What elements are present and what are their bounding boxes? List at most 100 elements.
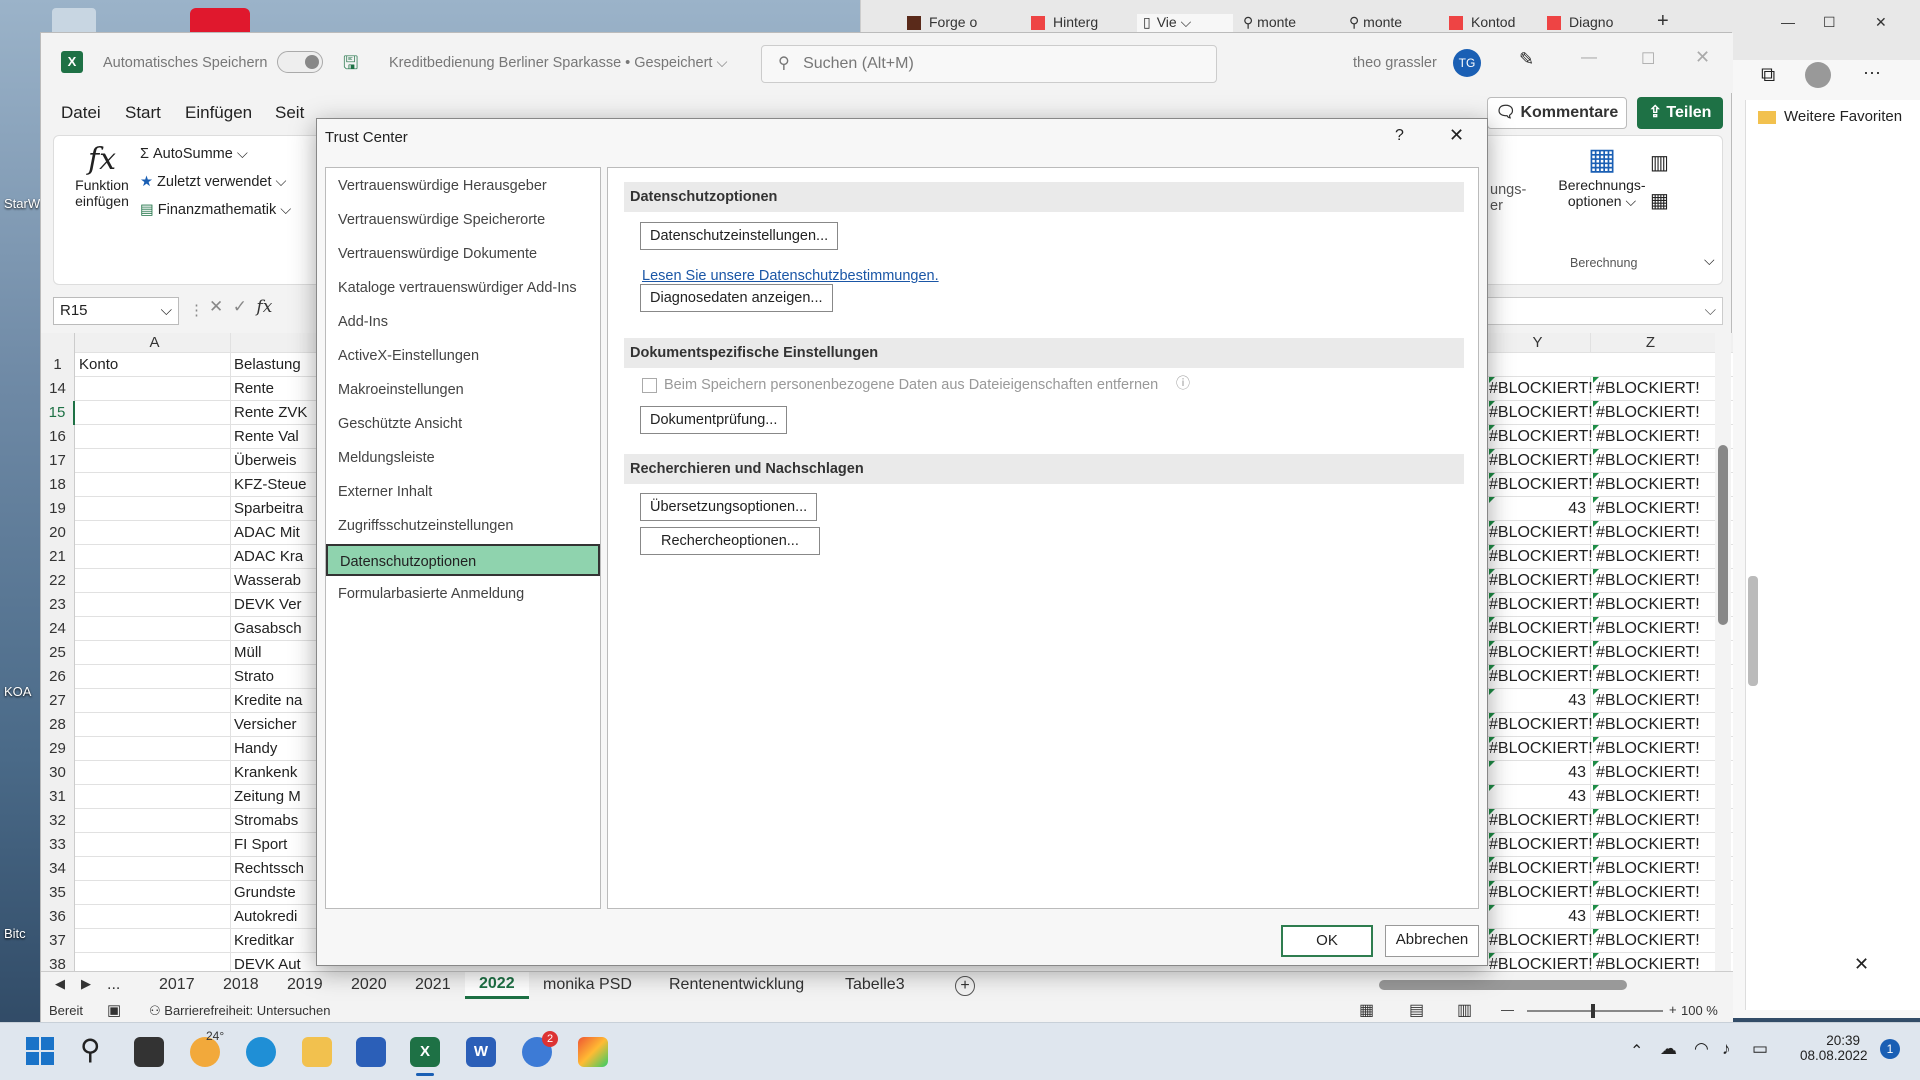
cell[interactable]: Rechtssch xyxy=(231,857,311,881)
favorites-folder[interactable]: Weitere Favoriten xyxy=(1758,108,1902,125)
battery-icon[interactable]: ▭ xyxy=(1752,1039,1768,1059)
cell[interactable]: Zeitung M xyxy=(231,785,311,809)
cell[interactable]: #BLOCKIERT! xyxy=(1489,545,1593,569)
sheet-tab-2018[interactable]: 2018 xyxy=(223,976,259,994)
row-number[interactable]: 35 xyxy=(41,881,75,905)
word-icon[interactable]: W xyxy=(466,1037,496,1067)
cell[interactable] xyxy=(75,713,231,737)
cell[interactable]: Konto xyxy=(75,353,231,377)
cell[interactable]: #BLOCKIERT! xyxy=(1593,497,1705,521)
cell[interactable]: #BLOCKIERT! xyxy=(1593,545,1705,569)
cell[interactable] xyxy=(75,521,231,545)
cell[interactable]: Sparbeitra xyxy=(231,497,311,521)
calc-options-button[interactable]: ▦ Berechnungs- optionen ⌵ xyxy=(1550,142,1654,210)
cell[interactable] xyxy=(75,785,231,809)
financial-functions-button[interactable]: ▤ Finanzmathematik ⌵ xyxy=(140,202,291,218)
more-icon[interactable]: ··· xyxy=(1863,62,1881,83)
cell[interactable]: #BLOCKIERT! xyxy=(1593,785,1705,809)
cell[interactable]: #BLOCKIERT! xyxy=(1489,833,1593,857)
app-stack-icon[interactable] xyxy=(578,1037,608,1067)
menu-seitenlayout[interactable]: Seit xyxy=(275,103,304,123)
cell[interactable]: #BLOCKIERT! xyxy=(1489,665,1593,689)
row-number[interactable]: 29 xyxy=(41,737,75,761)
cell[interactable]: 43 xyxy=(1489,785,1591,809)
cell[interactable]: DEVK Ver xyxy=(231,593,311,617)
sheet-tab-2017[interactable]: 2017 xyxy=(159,976,195,994)
column-header-y[interactable]: Y xyxy=(1489,333,1591,353)
cell[interactable]: #BLOCKIERT! xyxy=(1593,593,1705,617)
cell[interactable] xyxy=(75,737,231,761)
row-number[interactable]: 33 xyxy=(41,833,75,857)
cell[interactable]: #BLOCKIERT! xyxy=(1593,569,1705,593)
cell[interactable]: Überweis xyxy=(231,449,311,473)
close-icon[interactable]: ✕ xyxy=(1854,954,1869,975)
cell[interactable] xyxy=(75,857,231,881)
cell[interactable] xyxy=(75,689,231,713)
row-number[interactable]: 28 xyxy=(41,713,75,737)
profile-icon[interactable] xyxy=(1805,62,1831,88)
row-number[interactable]: 27 xyxy=(41,689,75,713)
menu-einfuegen[interactable]: Einfügen xyxy=(185,103,252,123)
page-break-icon[interactable]: ▥ xyxy=(1457,1000,1472,1020)
nav-item[interactable]: Datenschutzoptionen xyxy=(326,544,600,576)
row-number[interactable]: 1 xyxy=(41,353,75,377)
row-number[interactable]: 18 xyxy=(41,473,75,497)
start-icon[interactable] xyxy=(26,1037,54,1065)
row-number[interactable]: 34 xyxy=(41,857,75,881)
store-icon[interactable] xyxy=(356,1037,386,1067)
autosum-button[interactable]: Σ AutoSumme ⌵ xyxy=(140,146,248,162)
clock[interactable]: 20:39 08.08.2022 xyxy=(1800,1033,1868,1063)
prev-sheet-icon[interactable]: ◀ xyxy=(55,976,65,992)
edge-icon[interactable] xyxy=(246,1037,276,1067)
cell[interactable]: #BLOCKIERT! xyxy=(1489,881,1593,905)
cell[interactable]: #BLOCKIERT! xyxy=(1489,593,1593,617)
more-sheets[interactable]: ... xyxy=(107,976,120,994)
cell[interactable] xyxy=(75,473,231,497)
cell[interactable]: #BLOCKIERT! xyxy=(1489,401,1593,425)
cloud-icon[interactable]: ☁ xyxy=(1660,1039,1677,1059)
search-box[interactable]: ⚲ Suchen (Alt+M) xyxy=(761,45,1217,83)
share-button[interactable]: ⇪ Teilen xyxy=(1637,97,1723,129)
cell[interactable] xyxy=(75,665,231,689)
row-number[interactable]: 21 xyxy=(41,545,75,569)
sheet-tab-tabelle3[interactable]: Tabelle3 xyxy=(845,976,905,994)
row-number[interactable]: 32 xyxy=(41,809,75,833)
sheet-tab-2021[interactable]: 2021 xyxy=(415,976,451,994)
accessibility-check[interactable]: ⚇ Barrierefreiheit: Untersuchen xyxy=(149,1003,330,1019)
horizontal-scrollbar[interactable] xyxy=(1379,980,1627,990)
cell[interactable]: Krankenk xyxy=(231,761,311,785)
select-all[interactable] xyxy=(41,333,75,353)
normal-view-icon[interactable]: ▦ xyxy=(1359,1000,1374,1020)
sheet-tab-2020[interactable]: 2020 xyxy=(351,976,387,994)
cell[interactable]: #BLOCKIERT! xyxy=(1593,665,1705,689)
cell[interactable]: 43 xyxy=(1489,689,1591,713)
insert-function-button[interactable]: fx Funktion einfügen xyxy=(70,142,134,209)
cell[interactable] xyxy=(75,593,231,617)
column-header-z[interactable]: Z xyxy=(1593,333,1705,353)
cell[interactable]: #BLOCKIERT! xyxy=(1489,617,1593,641)
diagnostic-data-button[interactable]: Diagnosedaten anzeigen... xyxy=(640,284,833,312)
cell[interactable] xyxy=(75,761,231,785)
cell[interactable]: KFZ-Steue xyxy=(231,473,311,497)
macro-record-icon[interactable]: ▣ xyxy=(107,1001,121,1019)
cell[interactable]: #BLOCKIERT! xyxy=(1593,473,1705,497)
cell[interactable]: Rente ZVK xyxy=(231,401,311,425)
nav-item[interactable]: ActiveX-Einstellungen xyxy=(326,340,600,372)
name-box[interactable]: R15 ⌵ xyxy=(53,297,179,325)
cell[interactable]: #BLOCKIERT! xyxy=(1593,617,1705,641)
nav-item[interactable]: Meldungsleiste xyxy=(326,442,600,474)
ribbon-partial-label[interactable]: ungs-er xyxy=(1490,182,1526,214)
cell[interactable]: #BLOCKIERT! xyxy=(1489,929,1593,953)
comments-button[interactable]: 🗨 Kommentare xyxy=(1487,97,1627,129)
nav-item[interactable]: Vertrauenswürdige Herausgeber xyxy=(326,170,600,202)
scrollbar-thumb[interactable] xyxy=(1748,576,1758,686)
collections-icon[interactable]: ⧉ xyxy=(1761,64,1775,87)
help-icon[interactable]: ? xyxy=(1395,127,1404,145)
close-icon[interactable]: ✕ xyxy=(1695,47,1710,68)
cell[interactable]: ADAC Kra xyxy=(231,545,311,569)
cell[interactable]: #BLOCKIERT! xyxy=(1593,521,1705,545)
sheet-tab-rentenentwicklung[interactable]: Rentenentwicklung xyxy=(669,976,804,994)
row-number[interactable]: 24 xyxy=(41,617,75,641)
cell[interactable]: Strato xyxy=(231,665,311,689)
row-number[interactable]: 14 xyxy=(41,377,75,401)
